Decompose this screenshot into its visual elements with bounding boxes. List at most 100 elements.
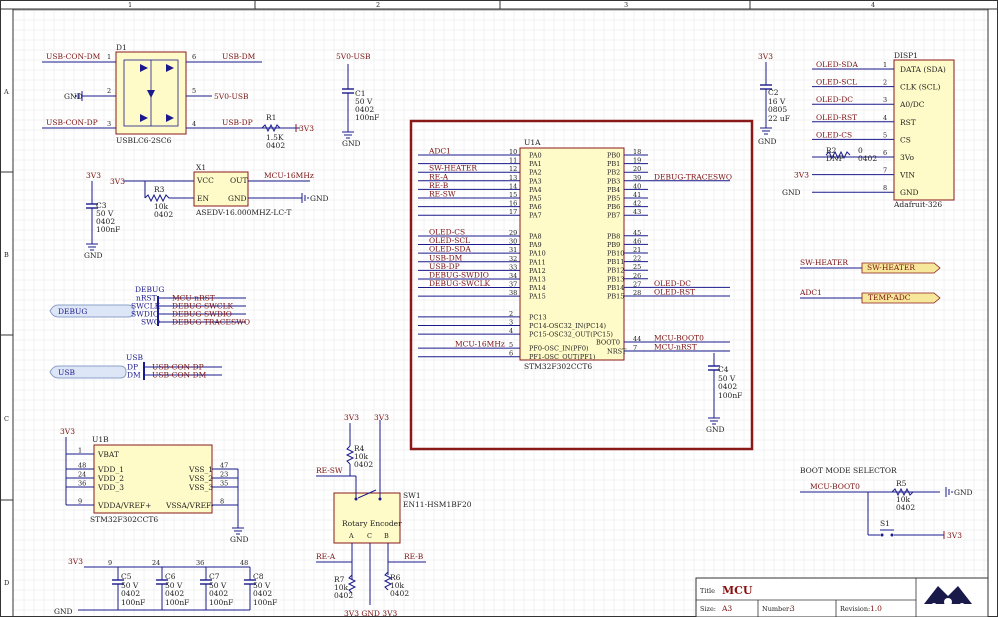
bottom-rail-labels: 3V3 GND 3V3 (344, 609, 397, 617)
decoupling-rail: 3V3 (68, 557, 83, 566)
u1a-left-pin-name: PF1-OSC_OUT(PF1) (529, 353, 596, 361)
u1b-left-pin-name: VDD_3 (97, 483, 124, 492)
u1a-left-pin-name: PF0-OSC_IN(PF0) (529, 345, 589, 353)
u1a-right-pin-name: PB7 (607, 212, 620, 220)
r1-pkg: 0402 (266, 141, 285, 150)
boot-mode-selector[interactable]: BOOT MODE SELECTOR MCU-BOOT0 R5 10k 0402… (800, 466, 973, 540)
r2-resistor[interactable]: R2 DNP 0 0402 (825, 146, 877, 163)
s1-ref: S1 (880, 519, 890, 528)
decoupling-pkg: 0402 (121, 589, 140, 598)
u1a-right-pin-num: 44 (633, 335, 641, 343)
r1-ref: R1 (266, 113, 276, 122)
c2-ref: C2 (768, 88, 779, 97)
disp1-ref: DISP1 (894, 51, 918, 60)
u1a-right-net: DEBUG-TRACESWO (654, 172, 732, 181)
u1a-right-pin-name: PB6 (607, 203, 620, 211)
size-label: Size: (700, 605, 716, 613)
decoupling-ref: C8 (253, 572, 264, 581)
d1-esd-protection[interactable]: D1 USBLC6-2SC6 1 6 2 5 3 4 USB-CON-DM US… (42, 43, 300, 145)
u1a-left-pin-name: PA5 (529, 195, 542, 203)
debug-net: DEBUG-TRACESWO (172, 318, 250, 327)
u1a-left-pin-num: 5 (509, 341, 513, 349)
u1a-right-pin-num: 45 (633, 229, 641, 237)
title-label: Title (700, 587, 715, 595)
u1a-right-pin-name: PB10 (607, 250, 624, 258)
schematic-sheet[interactable]: 1 2 3 4 A B C D D1 USBLC6-2SC6 1 6 2 5 3… (0, 0, 998, 617)
c3-value: 100nF (96, 225, 120, 234)
disp1-pin-net: OLED-SCL (816, 78, 857, 87)
net-5v0-usb: 5V0-USB (214, 92, 249, 101)
u1a-right-pin-name: PB1 (607, 160, 620, 168)
gnd-symbol-icon (945, 487, 953, 497)
u1a-left-pin-num: 11 (509, 157, 517, 165)
u1a-left-pin-num: 6 (509, 350, 513, 358)
u1b-right-pin-num: 47 (220, 462, 228, 470)
port-sw-heater-label: SW-HEATER (867, 263, 915, 272)
u1a-right-pin-num: 20 (633, 165, 641, 173)
r1-pullup[interactable]: R1 1.5K 0402 3V3 (261, 113, 314, 150)
r4-resistor[interactable]: 3V3 R4 10k 0402 (344, 413, 373, 476)
d1-part: USBLC6-2SC6 (116, 136, 172, 145)
u1a-left-pin-num: 33 (509, 263, 517, 271)
disp1-pin-num: 4 (883, 114, 887, 122)
u1a-left-pin-num: 12 (509, 165, 517, 173)
boot-net: MCU-BOOT0 (810, 482, 860, 491)
usb-bus-name: USB (58, 368, 75, 377)
sw1-b-net: RE-B (404, 552, 424, 561)
disp1-pin-num: 8 (883, 184, 887, 192)
x1-pin-en: EN (197, 194, 209, 203)
debug-bus[interactable]: DEBUG DEBUG nRST MCU-nRSTSWCLK DEBUG-SWCLK… (49, 285, 250, 327)
r4-rail: 3V3 (344, 413, 359, 422)
decoupling-ref: C6 (165, 572, 176, 581)
decoupling-pin: 36 (196, 559, 204, 567)
u1b-left-pin-num: 24 (78, 471, 86, 479)
row-label-a: A (3, 88, 9, 96)
u1a-right-pin-name: PB5 (607, 195, 620, 203)
u1a-left-pin-name: PA11 (529, 258, 546, 266)
r6-pkg: 0402 (390, 589, 409, 598)
disp1-pin-name: DATA (SDA) (900, 65, 946, 74)
u1b-power[interactable]: U1B STM32F302CCT6 3V3 GND 1 VBAT 48 VDD_1 24… (60, 427, 249, 544)
u1a-left-pin-name: PA9 (529, 241, 542, 249)
u1b-right-pin-num: 23 (220, 471, 228, 479)
u1b-ref: U1B (92, 435, 109, 444)
debug-bus-name: DEBUG (58, 307, 87, 316)
decoupling-ref: C7 (209, 572, 220, 581)
decoupling-gnd: GND (54, 607, 73, 616)
u1b-right-pin-num: 35 (220, 480, 228, 488)
sw1-rail: 3V3 (374, 413, 389, 422)
decoupling-value: 100nF (253, 598, 277, 607)
u1a-left-net: MCU-16MHz (455, 340, 505, 349)
port-sw-heater-net: SW-HEATER (800, 258, 848, 267)
disp1-pin-name: CS (900, 135, 911, 144)
net-usb-con-dp: USB-CON-DP (46, 118, 98, 127)
u1a-right-net: MCU-BOOT0 (654, 334, 704, 343)
u1a-right-pin-num: 39 (633, 174, 641, 182)
u1b-gnd: GND (230, 535, 249, 544)
u1b-left-pin-num: 1 (78, 447, 82, 455)
disp1-pin-name: GND (900, 188, 919, 197)
decoupling-pkg: 0402 (253, 589, 272, 598)
decoupling-pin: 48 (240, 559, 248, 567)
r5-gnd: GND (954, 488, 973, 497)
u1a-left-pin-name: PA8 (529, 232, 542, 240)
u1b-rail: 3V3 (60, 427, 75, 436)
u1a-left-pin-num: 31 (509, 246, 517, 254)
row-label-d: D (4, 579, 9, 587)
x1-gnd: GND (310, 194, 329, 203)
usb-bus[interactable]: USB USB DP USB-CON-DPDM USB-CON-DM (49, 353, 222, 380)
u1a-right-net: OLED-RST (654, 288, 695, 297)
sheet-title: MCU (722, 584, 753, 597)
u1a-right-pin-name: PB14 (607, 284, 624, 292)
u1a-left-pin-name: PA13 (529, 275, 546, 283)
r2-note: DNP (826, 154, 844, 163)
disp1-pin-num: 6 (883, 149, 887, 157)
d1-pin-4: 4 (192, 120, 196, 128)
u1a-left-pin-name: PC14-OSC32_IN(PC14) (529, 322, 606, 330)
u1a-right-pin-name: BOOT0 (596, 339, 620, 347)
u1a-left-pin-num: 37 (509, 281, 517, 289)
sw1-pin-c: C (367, 532, 372, 540)
r6-resistor[interactable]: R6 10k 0402 (383, 571, 409, 598)
r5-pkg: 0402 (896, 503, 915, 512)
u1a-left-pin-num: 2 (509, 310, 513, 318)
